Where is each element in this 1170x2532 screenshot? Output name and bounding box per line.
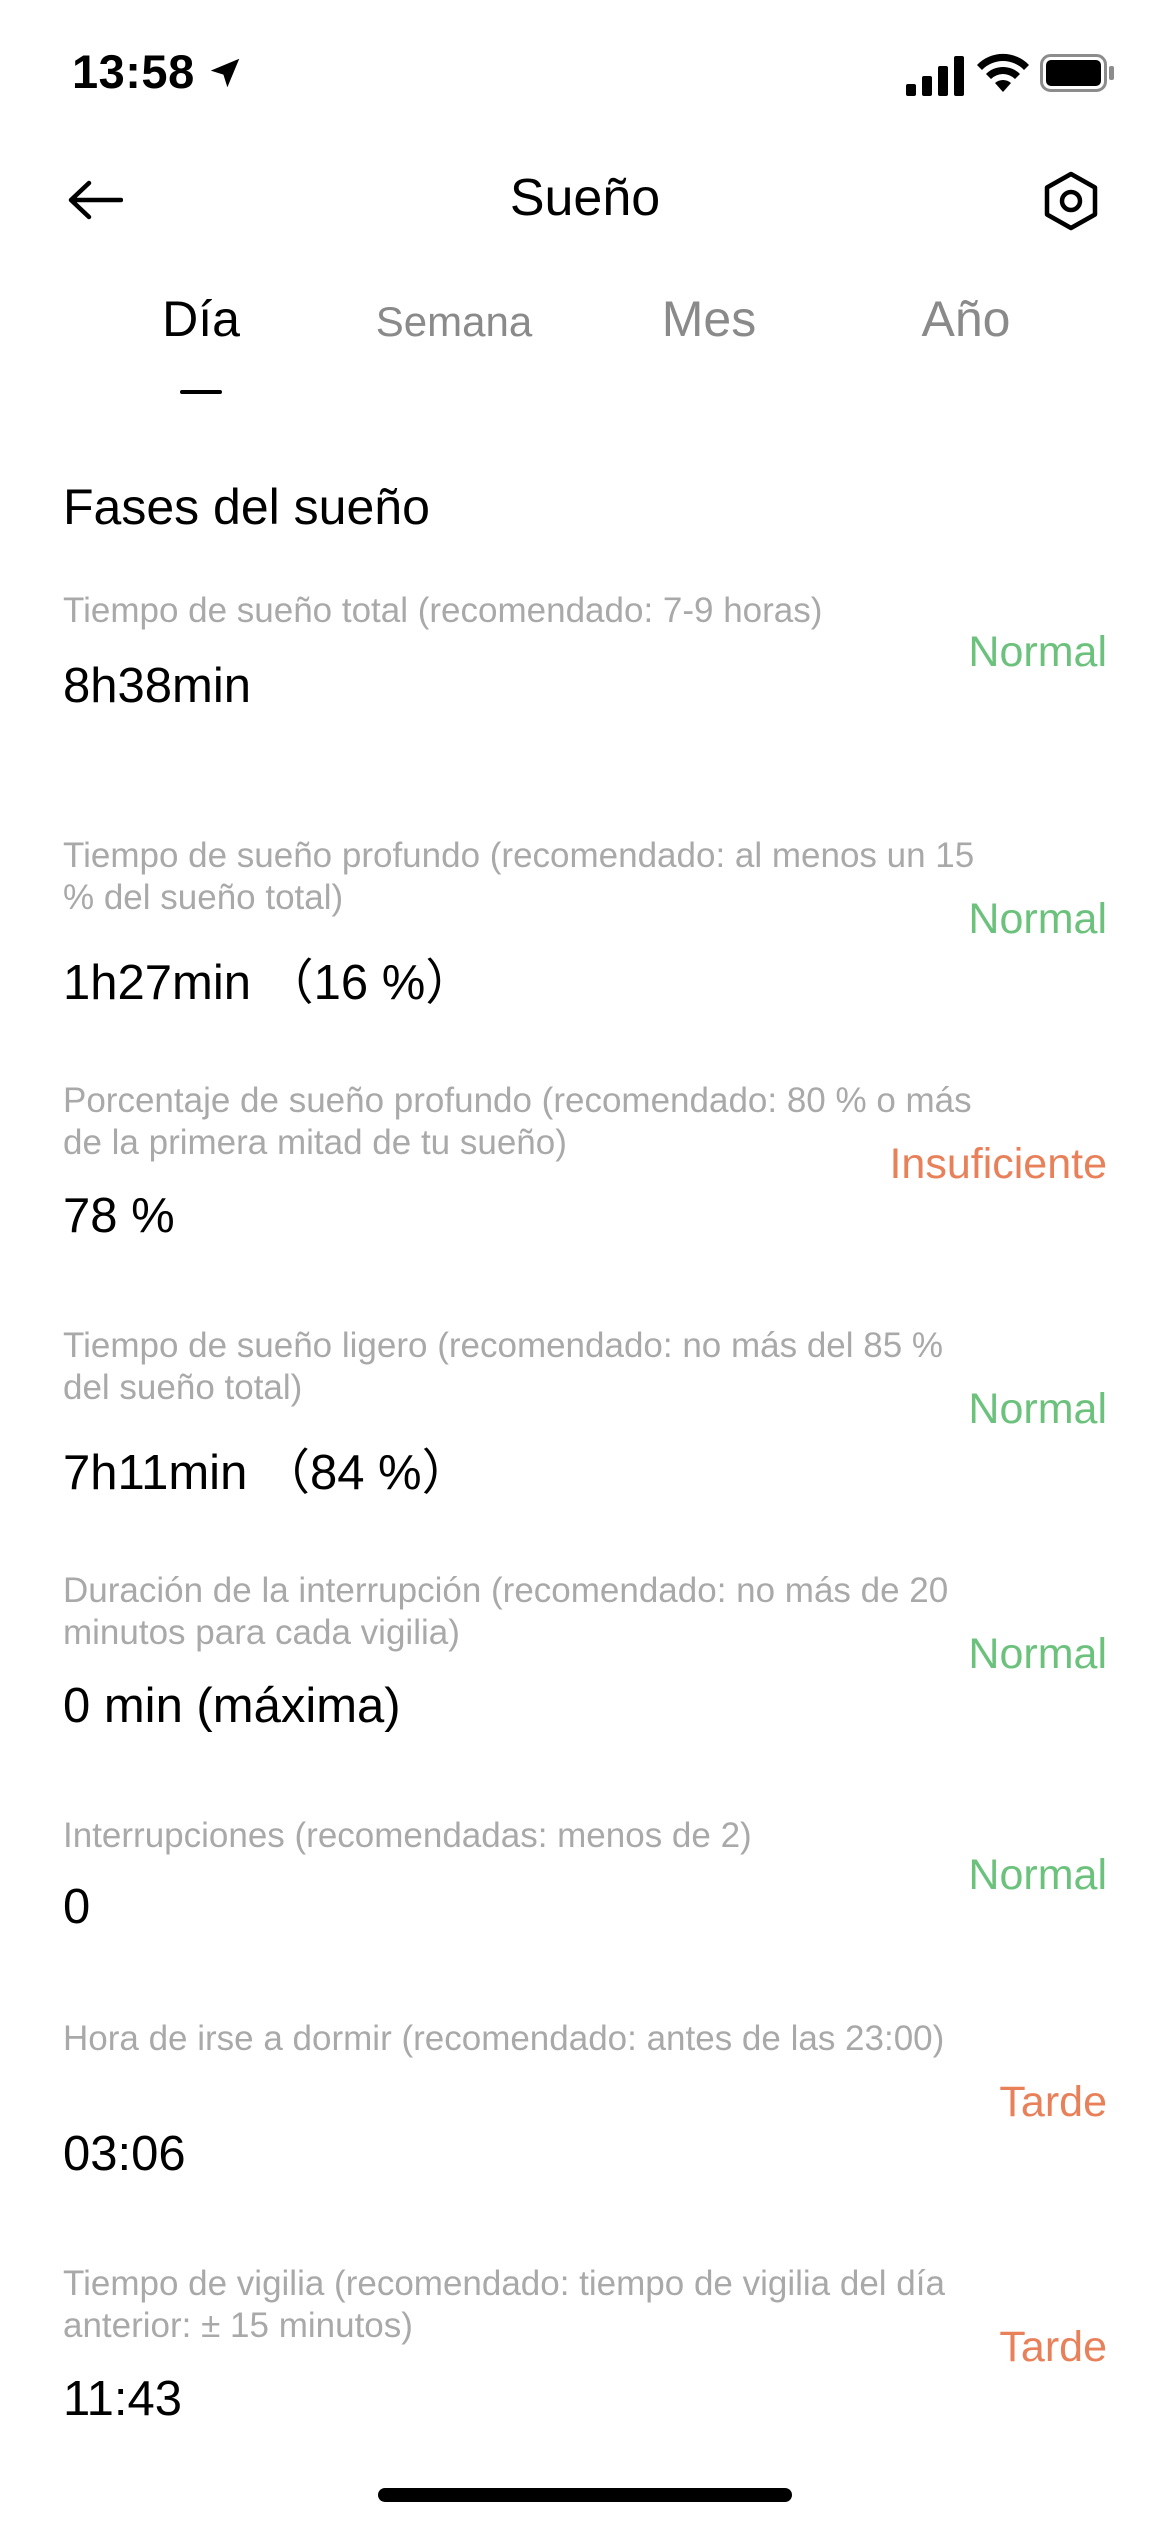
metric-status: Tarde <box>999 2323 1107 2371</box>
metric-total-sleep[interactable]: Tiempo de sueño total (recomendado: 7-9 … <box>0 590 1170 835</box>
metric-label: Tiempo de sueño profundo (recomendado: a… <box>63 836 975 917</box>
metric-value: 0 <box>63 1880 91 1934</box>
metric-bedtime[interactable]: Hora de irse a dormir (recomendado: ante… <box>0 2018 1170 2263</box>
metric-status: Normal <box>968 628 1107 676</box>
cellular-signal-icon <box>906 56 964 96</box>
tab-ano[interactable]: Año <box>846 290 1086 348</box>
metric-value: 03:06 <box>63 2127 186 2181</box>
metric-interruptions[interactable]: Interrupciones (recomendadas: menos de 2… <box>0 1815 1170 2018</box>
active-tab-indicator <box>180 390 222 394</box>
metric-deep-sleep-percentage[interactable]: Porcentaje de sueño profundo (recomendad… <box>0 1080 1170 1325</box>
settings-hexagon-icon <box>1044 171 1098 231</box>
location-arrow-icon <box>210 58 240 88</box>
metric-value: 1h27min （16 %） <box>63 956 475 1010</box>
sleep-metrics-list: Tiempo de sueño total (recomendado: 7-9 … <box>0 590 1170 2508</box>
metric-status: Normal <box>968 1851 1107 1899</box>
metric-value: 11:43 <box>63 2372 182 2426</box>
period-tabs: Día Semana Mes Año <box>0 290 1170 410</box>
metric-label: Tiempo de sueño ligero (recomendado: no … <box>63 1326 944 1407</box>
status-bar: 13:58 <box>0 0 1170 150</box>
metric-light-sleep[interactable]: Tiempo de sueño ligero (recomendado: no … <box>0 1325 1170 1570</box>
metric-wake-time[interactable]: Tiempo de vigilia (recomendado: tiempo d… <box>0 2263 1170 2508</box>
metric-interruption-duration[interactable]: Duración de la interrupción (recomendado… <box>0 1570 1170 1815</box>
metric-status: Normal <box>968 1385 1107 1433</box>
status-time: 13:58 <box>72 45 195 98</box>
metric-value: 7h11min （84 %） <box>63 1446 471 1500</box>
metric-value: 0 min (máxima) <box>63 1679 401 1733</box>
wifi-icon <box>977 53 1029 92</box>
metric-label: Porcentaje de sueño profundo (recomendad… <box>63 1081 972 1162</box>
home-indicator[interactable] <box>378 2488 792 2502</box>
metric-deep-sleep[interactable]: Tiempo de sueño profundo (recomendado: a… <box>0 835 1170 1080</box>
section-title: Fases del sueño <box>63 479 430 535</box>
tab-dia[interactable]: Día <box>81 290 321 348</box>
battery-icon <box>1040 54 1114 92</box>
metric-label: Tiempo de vigilia (recomendado: tiempo d… <box>63 2264 945 2345</box>
tab-mes[interactable]: Mes <box>589 290 829 348</box>
metric-label: Interrupciones (recomendadas: menos de 2… <box>63 1816 752 1855</box>
metric-value: 8h38min <box>63 659 251 713</box>
metric-value: 78 % <box>63 1189 175 1243</box>
metric-label: Duración de la interrupción (recomendado… <box>63 1571 949 1652</box>
page-title: Sueño <box>509 169 661 227</box>
header: Sueño <box>0 150 1170 250</box>
metric-label: Tiempo de sueño total (recomendado: 7-9 … <box>63 591 823 630</box>
metric-status: Normal <box>968 1630 1107 1678</box>
metric-status: Tarde <box>999 2078 1107 2126</box>
tab-semana[interactable]: Semana <box>334 298 574 346</box>
metric-status: Normal <box>968 895 1107 943</box>
metric-status: Insuficiente <box>889 1140 1107 1188</box>
settings-button[interactable] <box>1038 168 1104 234</box>
metric-label: Hora de irse a dormir (recomendado: ante… <box>63 2019 945 2058</box>
